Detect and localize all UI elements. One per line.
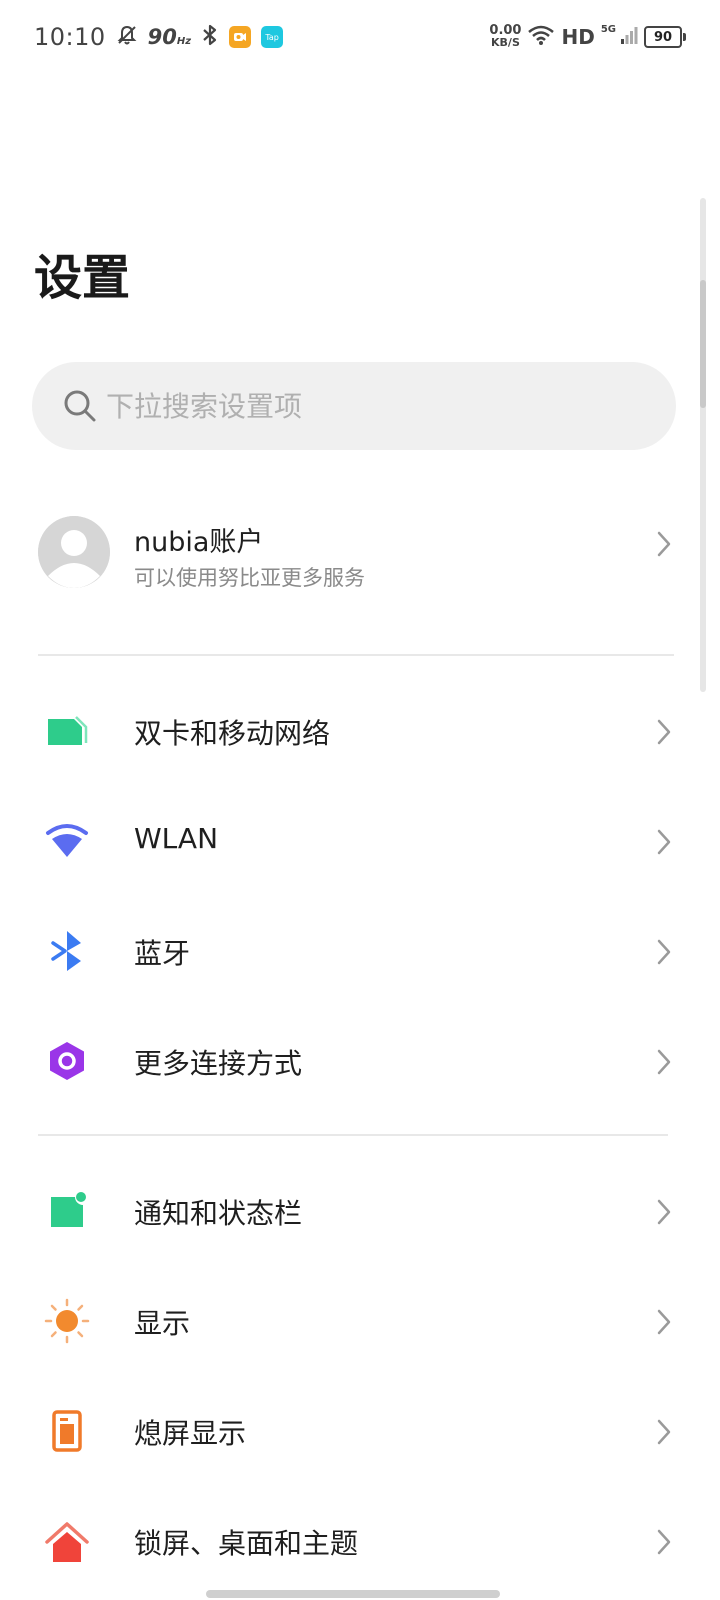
hd-voice-indicator: HD	[561, 25, 595, 49]
settings-item-bluetooth[interactable]: 蓝牙	[0, 896, 720, 1006]
home-theme-icon	[42, 1518, 92, 1564]
search-bar[interactable]	[32, 362, 676, 450]
scrollbar-track[interactable]	[700, 198, 706, 692]
settings-item-notifications[interactable]: 通知和状态栏	[0, 1156, 720, 1266]
chevron-right-icon	[657, 1049, 671, 1075]
settings-item-label: 通知和状态栏	[134, 1197, 303, 1230]
search-input[interactable]	[104, 388, 628, 424]
page-title: 设置	[34, 250, 131, 306]
home-gesture-bar[interactable]	[206, 1590, 500, 1598]
status-bar-right: 0.00 KB/S HD 5G 90	[489, 22, 686, 52]
settings-item-more-connections[interactable]: 更多连接方式	[0, 1006, 720, 1116]
account-row[interactable]: nubia账户 可以使用努比亚更多服务	[0, 500, 720, 610]
settings-item-wlan[interactable]: WLAN	[0, 786, 720, 896]
chevron-right-icon	[657, 1529, 671, 1555]
account-name: nubia账户	[134, 527, 264, 558]
avatar	[38, 516, 110, 588]
chevron-right-icon	[657, 1419, 671, 1445]
divider	[38, 654, 674, 656]
search-icon	[60, 386, 100, 426]
settings-item-display[interactable]: 显示	[0, 1266, 720, 1376]
clock: 10:10	[34, 23, 106, 51]
settings-item-label: 锁屏、桌面和主题	[134, 1527, 359, 1560]
notification-icon	[42, 1188, 92, 1234]
settings-item-label: 双卡和移动网络	[134, 717, 331, 750]
settings-item-dual-sim[interactable]: 双卡和移动网络	[0, 676, 720, 786]
settings-item-label: 熄屏显示	[134, 1417, 247, 1450]
screen-record-app-icon	[229, 26, 252, 48]
mute-bell-icon	[116, 24, 138, 50]
settings-item-label: 显示	[134, 1307, 191, 1340]
chevron-right-icon	[657, 719, 671, 745]
settings-item-label: 蓝牙	[134, 937, 191, 970]
account-subtitle: 可以使用努比亚更多服务	[134, 566, 365, 590]
bluetooth-status-icon	[201, 23, 219, 51]
wifi-icon	[42, 818, 92, 864]
status-bar-left: 10:10 90Hz Tap	[34, 22, 284, 52]
sim-card-icon	[42, 708, 92, 754]
bluetooth-icon	[42, 928, 92, 974]
settings-screen: 10:10 90Hz Tap 0.00 KB/S HD 5G 90 设置 下拉搜…	[0, 0, 720, 1600]
chevron-right-icon	[657, 1309, 671, 1335]
refresh-rate-value: 90	[147, 25, 177, 49]
chevron-right-icon	[657, 1199, 671, 1225]
network-speed-unit: KB/S	[491, 36, 520, 49]
settings-item-aod[interactable]: 熄屏显示	[0, 1376, 720, 1486]
chevron-right-icon	[657, 939, 671, 965]
divider	[38, 1134, 668, 1136]
refresh-rate: 90Hz	[148, 25, 191, 49]
network-speed: 0.00 KB/S	[489, 24, 521, 49]
settings-item-label: WLAN	[134, 822, 219, 855]
status-bar: 10:10 90Hz Tap 0.00 KB/S HD 5G 90	[0, 0, 720, 76]
chevron-right-icon	[657, 829, 671, 855]
network-type: 5G	[600, 24, 616, 35]
signal-strength-icon	[620, 25, 638, 49]
chevron-right-icon	[657, 531, 671, 557]
scrollbar-thumb[interactable]	[700, 280, 706, 408]
refresh-rate-unit: Hz	[176, 36, 192, 47]
aod-icon	[42, 1408, 92, 1454]
settings-item-lockscreen-theme[interactable]: 锁屏、桌面和主题	[0, 1486, 720, 1596]
wifi-status-icon	[527, 24, 555, 50]
settings-item-label: 更多连接方式	[134, 1047, 303, 1080]
more-connections-icon	[42, 1038, 92, 1084]
taptap-app-icon: Tap	[261, 26, 284, 48]
display-brightness-icon	[42, 1298, 92, 1344]
battery-indicator: 90	[644, 26, 686, 48]
